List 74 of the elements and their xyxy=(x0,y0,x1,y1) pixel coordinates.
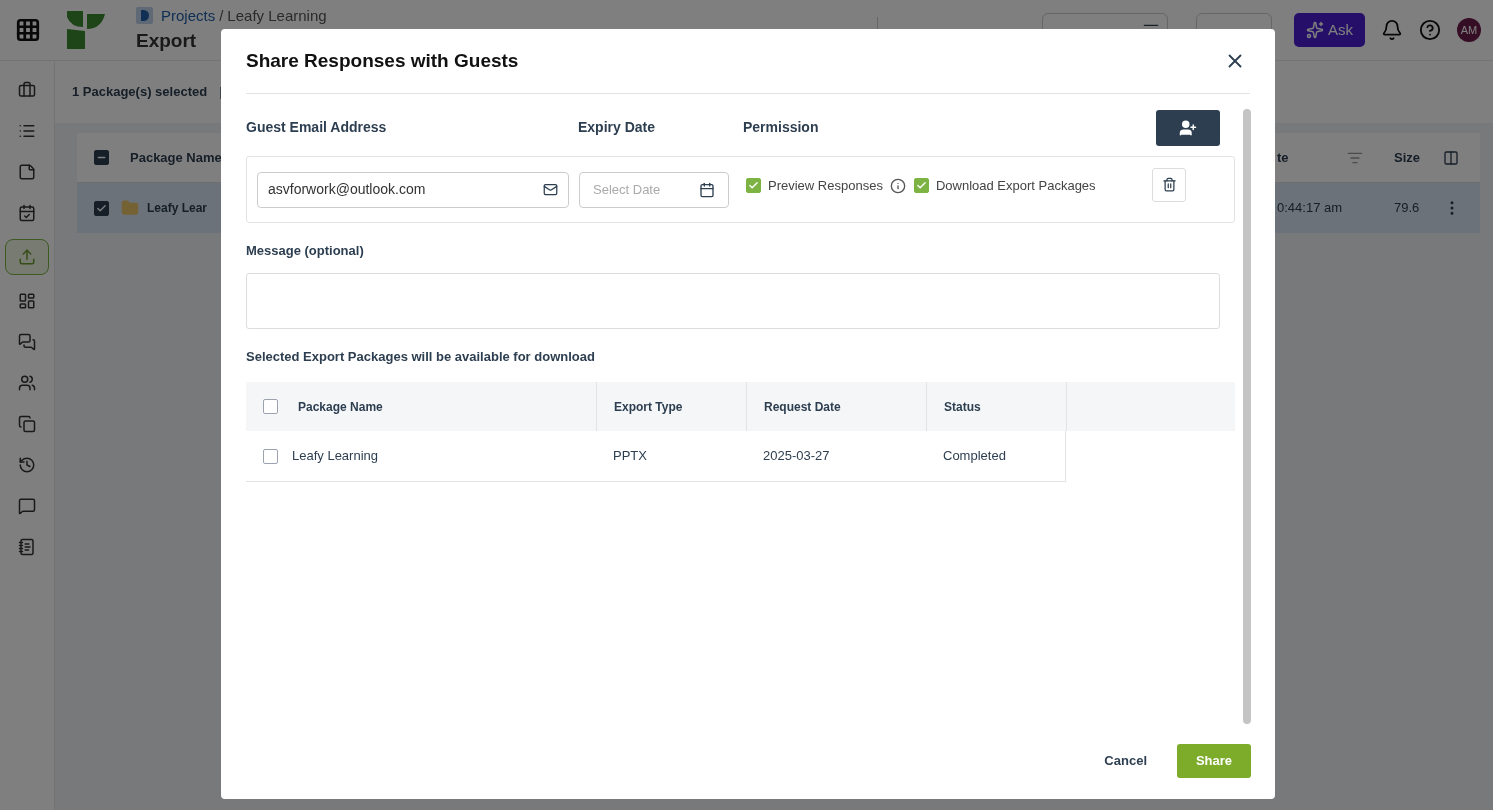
project-icon xyxy=(136,7,153,25)
ask-button[interactable]: Ask xyxy=(1294,13,1365,47)
mail-icon xyxy=(543,182,558,197)
calendar-icon[interactable] xyxy=(699,181,715,198)
share-button[interactable]: Share xyxy=(1177,743,1251,778)
column-header: Status xyxy=(944,398,981,416)
columns-icon[interactable] xyxy=(1443,149,1459,166)
checkbox[interactable] xyxy=(94,200,109,216)
add-user-icon xyxy=(1179,118,1197,137)
calendar-check-icon xyxy=(18,204,36,222)
size-text: 79.6 xyxy=(1394,199,1420,218)
check-icon xyxy=(748,180,759,191)
add-guest-button[interactable] xyxy=(1156,109,1220,146)
column-label: Guest Email Address xyxy=(246,118,388,137)
notifications-icon[interactable] xyxy=(1381,19,1403,41)
briefcase-icon xyxy=(18,81,36,99)
check-icon xyxy=(915,180,927,191)
column-label: Permission xyxy=(743,118,819,137)
apps-grid-icon[interactable] xyxy=(14,17,41,43)
notepad-icon xyxy=(18,538,36,556)
date-placeholder: Select Date xyxy=(593,180,661,199)
breadcrumb-separator: / xyxy=(219,5,224,26)
user-avatar[interactable]: AM xyxy=(1457,18,1481,42)
column-label: Expiry Date xyxy=(578,118,657,137)
table-cell-text: 2025-03-27 xyxy=(763,447,830,466)
chat-icon xyxy=(18,333,36,351)
users-icon xyxy=(18,374,36,392)
question-chat-icon xyxy=(18,497,36,515)
column-header: Package Name xyxy=(298,398,383,416)
time-text: 0:44:17 am xyxy=(1277,199,1343,218)
package-name: Leafy Lear xyxy=(147,200,208,217)
checkbox[interactable] xyxy=(746,178,761,193)
permission-label: Preview Responses xyxy=(768,176,883,195)
message-field[interactable] xyxy=(246,272,1220,329)
message-label: Message (optional) xyxy=(246,242,365,260)
table-cell-text: PPTX xyxy=(613,447,647,466)
checkbox[interactable] xyxy=(94,150,109,165)
selection-count: 1 Package(s) selected xyxy=(72,83,208,102)
column-header: Package Name xyxy=(130,148,222,167)
delete-button[interactable] xyxy=(1152,167,1186,202)
dashboard-icon xyxy=(18,292,36,310)
table-cell-text: Leafy Learning xyxy=(292,447,378,466)
date-field[interactable]: Select Date xyxy=(579,171,729,208)
permission-label: Download Export Packages xyxy=(935,176,1096,195)
logo-icon xyxy=(67,11,105,49)
email-field[interactable]: asvforwork@outlook.com xyxy=(257,171,569,208)
list-icon xyxy=(18,122,36,140)
column-header: Request Date xyxy=(764,398,841,416)
page-title: Export xyxy=(136,29,198,53)
history-icon xyxy=(18,456,36,474)
breadcrumb-current: Leafy Learning xyxy=(227,5,327,26)
email-value: asvforwork@outlook.com xyxy=(268,180,426,199)
note-icon xyxy=(18,163,36,181)
cancel-button[interactable]: Cancel xyxy=(1094,743,1157,778)
scrollbar[interactable] xyxy=(1243,109,1251,724)
checkbox[interactable] xyxy=(263,448,278,464)
breadcrumb-link[interactable]: Projects xyxy=(161,4,216,27)
packages-note: Selected Export Packages will be available for download xyxy=(246,347,596,366)
info-icon[interactable] xyxy=(889,177,906,194)
checkbox[interactable] xyxy=(263,399,278,414)
copy-icon xyxy=(18,415,36,433)
dialog-title: Share Responses with Guests xyxy=(246,48,519,73)
table-cell-text: Completed xyxy=(943,447,1006,466)
table-row[interactable]: Leafy Learning PPTX 2025-03-27 Completed xyxy=(246,431,1066,482)
upload-icon xyxy=(18,248,36,266)
column-header: Export Type xyxy=(614,398,683,416)
column-header: te xyxy=(1277,148,1289,167)
trash-icon xyxy=(1161,177,1177,192)
check-icon xyxy=(96,202,107,214)
checkbox[interactable] xyxy=(913,178,929,193)
folder-icon xyxy=(121,199,139,217)
help-icon[interactable] xyxy=(1419,19,1441,41)
sparkle-icon xyxy=(1306,21,1324,39)
column-header: Size xyxy=(1394,148,1420,167)
